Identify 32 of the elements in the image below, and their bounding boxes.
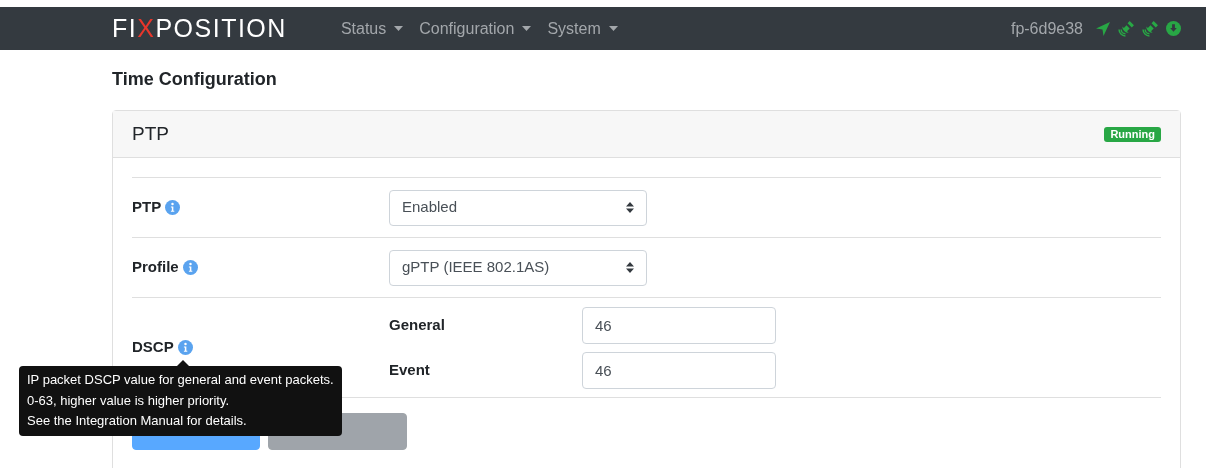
satellite-dish-icon[interactable] (1118, 20, 1135, 37)
device-name: fp-6d9e38 (1010, 18, 1083, 39)
card-title: PTP (132, 121, 169, 146)
field-label: Profile (132, 257, 179, 278)
field-label: General (389, 314, 446, 335)
input-field[interactable]: 46 (582, 306, 776, 344)
tooltip-text: IP packet DSCP value for general and event packets. (27, 371, 334, 389)
satellite-dish-icon[interactable] (1142, 20, 1159, 37)
download-icon[interactable] (1166, 21, 1181, 36)
info-icon[interactable] (177, 340, 193, 355)
info-icon[interactable] (182, 260, 198, 275)
field-label: DSCP (132, 337, 174, 358)
field-label: Event (389, 359, 431, 380)
input-field[interactable]: 46 (582, 351, 776, 389)
tooltip-text: See the Integration Manual for details. (27, 412, 247, 430)
status-badge: Running (1104, 126, 1161, 142)
caret-icon (522, 25, 532, 32)
tooltip-text: 0-63, higher value is higher priority. (27, 391, 230, 410)
field-label: PTP (132, 197, 162, 218)
select-field[interactable]: gPTP (IEEE 802.1AS) (389, 249, 647, 286)
select-arrows-icon (626, 262, 634, 273)
nav-menu[interactable]: Configuration (419, 16, 532, 41)
nav-menu[interactable]: System (547, 16, 618, 41)
select-arrows-icon (626, 202, 634, 213)
logo[interactable]: FIXPOSITION (112, 16, 287, 41)
caret-icon (394, 25, 404, 32)
info-icon[interactable] (165, 200, 181, 215)
caret-icon (608, 25, 618, 32)
page-title: Time Configuration (112, 68, 278, 91)
nav-menu[interactable]: Status (340, 16, 404, 41)
navigation-arrow-icon[interactable] (1095, 20, 1111, 37)
select-field[interactable]: Enabled (389, 189, 647, 226)
